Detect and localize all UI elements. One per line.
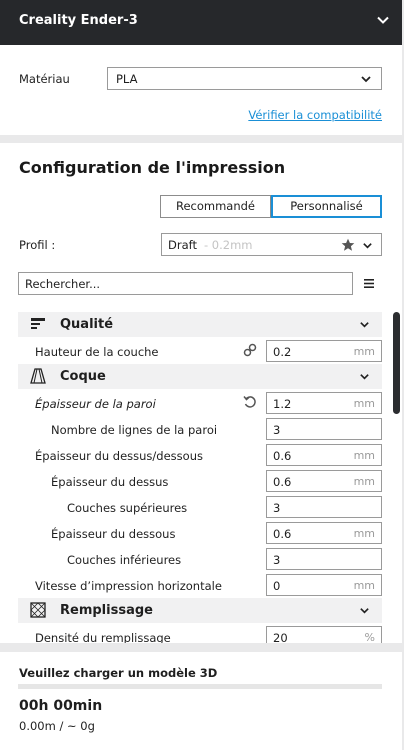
wall-line-count-label: Nombre de lignes de la paroi <box>51 423 218 437</box>
job-status: Veuillez charger un modèle 3D <box>19 666 218 680</box>
category-shell-title: Coque <box>60 369 106 384</box>
chevron-down-icon <box>360 322 369 328</box>
category-infill-title: Remplissage <box>60 603 153 618</box>
bottom-layers-field[interactable]: 3 <box>266 548 382 570</box>
infill-density-value: 20 <box>273 631 288 643</box>
progress-bar <box>18 684 382 689</box>
menu-icon[interactable] <box>363 278 375 289</box>
tab-recommended[interactable]: Recommandé <box>160 195 271 218</box>
profile-name: Draft <box>168 238 197 252</box>
top-thickness-value: 0.6 <box>273 475 292 489</box>
infill-icon <box>30 602 46 618</box>
wall-thickness-label: Épaisseur de la paroi <box>35 397 156 411</box>
top-bottom-thickness-unit: mm <box>353 449 375 462</box>
profile-label: Profil : <box>19 238 56 252</box>
chevron-down-icon <box>360 608 369 614</box>
bottom-thickness-value: 0.6 <box>273 527 292 541</box>
layer-height-value: 0.2 <box>273 345 292 359</box>
profile-subtitle: - 0.2mm <box>204 238 253 252</box>
category-shell[interactable]: Coque <box>18 364 382 389</box>
reset-icon[interactable] <box>243 395 257 409</box>
top-bottom-thickness-label: Épaisseur du dessus/dessous <box>35 449 203 463</box>
print-setup-panel: Configuration de l'impression Recommandé… <box>0 143 402 643</box>
top-thickness-unit: mm <box>353 475 375 488</box>
infill-density-label: Densité du remplissage <box>35 631 171 643</box>
top-layers-value: 3 <box>273 501 281 515</box>
print-time: 00h 00min <box>19 698 103 714</box>
material-select[interactable]: PLA <box>107 67 382 90</box>
chevron-down-icon <box>360 374 369 380</box>
link-icon[interactable] <box>243 343 257 357</box>
infill-density-unit: % <box>364 631 375 643</box>
material-label: Matériau <box>19 72 70 86</box>
star-icon[interactable] <box>341 238 355 252</box>
top-thickness-label: Épaisseur du dessus <box>51 475 169 489</box>
horizontal-speed-unit: mm <box>353 579 375 592</box>
layer-height-unit: mm <box>353 345 375 358</box>
bottom-layers-label: Couches inférieures <box>67 553 182 567</box>
quality-layers-icon <box>31 318 45 329</box>
material-usage: 0.00m / ~ 0g <box>19 719 95 733</box>
category-quality-title: Qualité <box>60 317 114 332</box>
layer-height-label: Hauteur de la couche <box>35 345 159 359</box>
profile-select[interactable]: Draft - 0.2mm <box>161 233 382 256</box>
layer-height-field[interactable]: 0.2 mm <box>266 340 382 362</box>
top-bottom-thickness-field[interactable]: 0.6 mm <box>266 444 382 466</box>
category-infill[interactable]: Remplissage <box>18 598 382 623</box>
tab-custom[interactable]: Personnalisé <box>271 195 382 218</box>
bottom-thickness-label: Épaisseur du dessous <box>51 527 176 541</box>
printer-header[interactable]: Creality Ender-3 <box>0 0 402 45</box>
top-bottom-thickness-value: 0.6 <box>273 449 292 463</box>
wall-thickness-value: 1.2 <box>273 397 292 411</box>
print-setup-title: Configuration de l'impression <box>19 158 286 177</box>
top-thickness-field[interactable]: 0.6 mm <box>266 470 382 492</box>
category-quality[interactable]: Qualité <box>18 312 382 337</box>
wall-line-count-field[interactable]: 3 <box>266 418 382 440</box>
search-placeholder: Rechercher... <box>25 277 101 291</box>
shell-icon <box>30 368 46 384</box>
bottom-layers-value: 3 <box>273 553 281 567</box>
chevron-down-icon[interactable] <box>376 13 390 27</box>
settings-search-input[interactable]: Rechercher... <box>18 272 353 295</box>
bottom-thickness-unit: mm <box>353 527 375 540</box>
printer-name: Creality Ender-3 <box>19 13 138 28</box>
chevron-down-icon <box>361 76 371 83</box>
wall-line-count-value: 3 <box>273 423 281 437</box>
material-panel: Matériau PLA Vérifier la compatibilité <box>0 45 402 135</box>
bottom-thickness-field[interactable]: 0.6 mm <box>266 522 382 544</box>
horizontal-speed-field[interactable]: 0 mm <box>266 574 382 596</box>
settings-scrollbar[interactable] <box>393 312 400 414</box>
horizontal-speed-value: 0 <box>273 579 281 593</box>
horizontal-speed-label: Vitesse d’impression horizontale <box>35 579 222 593</box>
wall-thickness-unit: mm <box>353 397 375 410</box>
top-layers-field[interactable]: 3 <box>266 496 382 518</box>
material-value: PLA <box>116 72 138 86</box>
job-info-panel: Veuillez charger un modèle 3D 00h 00min … <box>0 652 402 750</box>
wall-thickness-field[interactable]: 1.2 mm <box>266 392 382 414</box>
check-compatibility-link[interactable]: Vérifier la compatibilité <box>248 108 382 122</box>
chevron-down-icon <box>363 243 372 249</box>
top-layers-label: Couches supérieures <box>67 501 188 515</box>
infill-density-field[interactable]: 20 % <box>266 626 382 643</box>
